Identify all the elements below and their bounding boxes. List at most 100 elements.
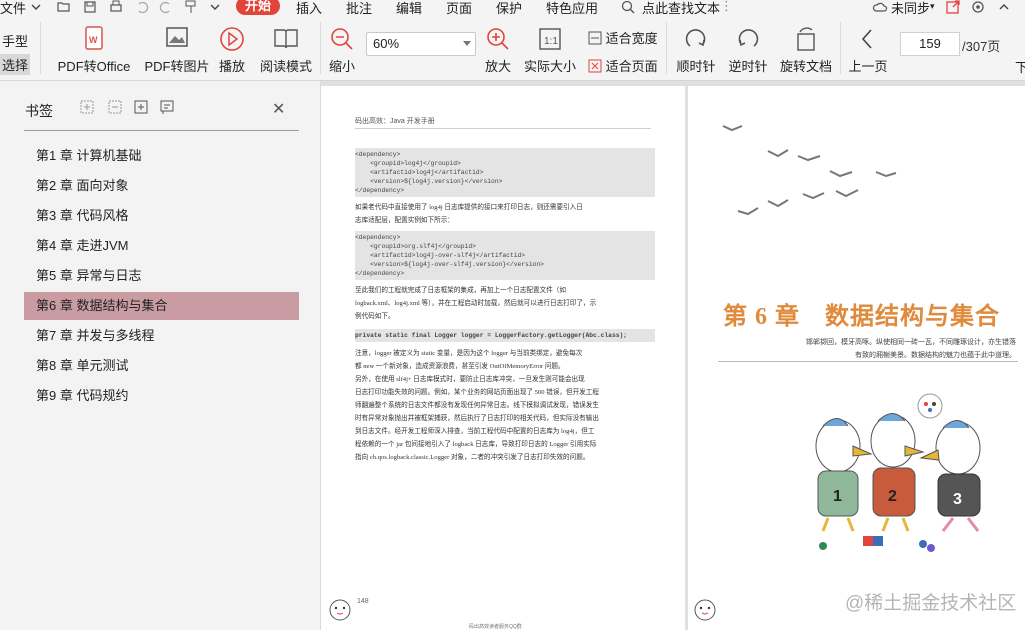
text-line: logback.xml、log4j.xml 等），并在工程启动时加载，然后就可以… <box>355 300 597 307</box>
text-line: 指向 ch.qos.logback.classic.Logger 对象，二者的冲… <box>355 454 590 461</box>
expand-all-icon[interactable] <box>80 100 94 114</box>
actual-size-icon: 1:1 <box>539 28 561 50</box>
more-chevron-icon[interactable] <box>207 0 223 15</box>
open-folder-icon[interactable] <box>56 0 72 15</box>
page-number-input[interactable]: 159 <box>900 32 960 56</box>
sync-chevron-icon[interactable]: ▾ <box>930 1 935 12</box>
pdf-to-office-icon: W <box>85 26 103 50</box>
collapse-ribbon-icon[interactable] <box>996 0 1012 15</box>
menu-insert[interactable]: 插入 <box>296 0 322 17</box>
menu-start[interactable]: 开始 <box>236 0 281 15</box>
menu-features[interactable]: 特色应用 <box>546 0 598 17</box>
bookmark-item[interactable]: 第7 章 并发与多线程 <box>24 322 299 350</box>
play-label: 播放 <box>218 59 246 74</box>
text-line: 如果老代码中直接使用了 log4j 日志库提供的接口来打印日志，则还需要引入日 <box>355 204 583 211</box>
code-line: private static final Logger logger = Log… <box>355 332 628 339</box>
text-line: 另外，在使用 slf4j+ 日志库模式时，要防止日志库冲突，一旦发生则可能会出现 <box>355 376 585 383</box>
cloud-sync-icon[interactable] <box>872 0 888 15</box>
rotate-clockwise-button[interactable]: 顺时针 <box>676 16 716 80</box>
chapter-title: 第 6 章 数据结构与集合 <box>723 304 1000 330</box>
play-button[interactable]: 播放 <box>216 16 248 80</box>
share-icon[interactable] <box>945 0 961 15</box>
fit-width-button[interactable]: 适合宽度 <box>588 28 658 47</box>
save-icon[interactable] <box>82 0 98 15</box>
next-page-button[interactable]: 下 <box>1015 57 1025 76</box>
read-mode-button[interactable]: 阅读模式 <box>260 16 312 80</box>
more-dots-icon[interactable]: ⋮ <box>720 0 733 14</box>
code-line: <groupid>org.slf4j</groupid> <box>355 243 476 250</box>
rotate-clockwise-icon <box>685 29 706 47</box>
bookmark-item[interactable]: 第3 章 代码风格 <box>24 202 299 230</box>
bookmark-item[interactable]: 第1 章 计算机基础 <box>24 142 299 170</box>
settings-gear-icon[interactable] <box>970 0 986 15</box>
code-line: </dependency> <box>355 270 405 277</box>
code-line: <version>${log4j-over-slf4j.version}</ve… <box>355 261 544 268</box>
bookmark-item[interactable]: 第2 章 面向对象 <box>24 172 299 200</box>
svg-text:1: 1 <box>833 488 842 505</box>
code-line: <artifactid>log4j-over-slf4j</artifactid… <box>355 252 526 259</box>
redo-icon[interactable] <box>158 0 174 15</box>
rotate-counterclockwise-button[interactable]: 逆时针 <box>728 16 768 80</box>
text-line: 都 new 一个新对象，造成资源浪费，甚至引发 OutOfMemoryError… <box>355 363 565 370</box>
select-tool-button[interactable]: 选择 <box>0 54 31 75</box>
menu-protect[interactable]: 保护 <box>496 0 522 17</box>
code-line: <dependency> <box>355 151 401 158</box>
menu-annotate[interactable]: 批注 <box>346 0 372 17</box>
divider <box>40 22 41 74</box>
code-line: </dependency> <box>355 187 405 194</box>
mascot-face-icon <box>694 599 716 621</box>
menu-page[interactable]: 页面 <box>446 0 472 17</box>
zoom-in-label: 放大 <box>484 59 512 74</box>
menu-file[interactable]: 文件 <box>0 0 26 17</box>
pdf-to-office-label: PDF转Office <box>57 59 131 74</box>
search-icon[interactable] <box>620 0 636 15</box>
running-header: 码出高效：Java 开发手册 <box>355 118 435 125</box>
rotate-document-button[interactable]: 旋转文档 <box>780 16 832 80</box>
chevron-down-icon[interactable] <box>28 0 44 15</box>
prev-page-button[interactable]: 上一页 <box>848 16 888 80</box>
rotate-counterclockwise-label: 逆时针 <box>728 59 768 74</box>
zoom-out-label: 缩小 <box>328 59 356 74</box>
hand-tool-button[interactable]: 手型 <box>2 31 28 50</box>
bookmark-item-selected[interactable]: 第6 章 数据结构与集合 <box>24 292 299 320</box>
add-bookmark-icon[interactable] <box>134 100 148 114</box>
text-line: 至此我们的工程就完成了日志框架的集成，再加上一个日志配置文件（如 <box>355 287 566 294</box>
bookmark-item[interactable]: 第4 章 走进JVM <box>24 232 299 260</box>
search-input[interactable]: 点此查找文本 <box>642 0 720 17</box>
pdf-to-office-button[interactable]: W PDF转Office <box>56 16 132 80</box>
pdf-to-image-button[interactable]: PDF转图片 <box>144 16 210 80</box>
bookmark-item[interactable]: 第9 章 代码规约 <box>24 382 299 410</box>
menu-edit[interactable]: 编辑 <box>396 0 422 17</box>
print-icon[interactable] <box>108 0 124 15</box>
actual-size-button[interactable]: 1:1 实际大小 <box>524 16 576 80</box>
text-line: 邯郸撷回，模牙高啄。纵使相同一砖一瓦，不同雕琢设计，亦生错落 <box>806 339 1016 346</box>
page-total: /307页 <box>962 39 1001 54</box>
collapse-all-icon[interactable] <box>108 100 122 114</box>
text-line: 程依赖的一个 jar 包间接地引入了 logback 日志库，导致打印日志的 L… <box>355 441 597 448</box>
bookmark-item[interactable]: 第5 章 异常与日志 <box>24 262 299 290</box>
watermark: @稀土掘金技术社区 <box>845 593 1017 614</box>
code-line: <groupid>log4j</groupid> <box>355 160 461 167</box>
sync-status[interactable]: 未同步 <box>891 0 930 17</box>
zoom-value: 60% <box>373 36 400 51</box>
code-line: <artifactid>log4j</artifactid> <box>355 169 484 176</box>
close-icon[interactable]: ✕ <box>272 99 285 119</box>
bookmark-item[interactable]: 第8 章 单元测试 <box>24 352 299 380</box>
actual-size-label: 实际大小 <box>523 59 577 74</box>
format-painter-icon[interactable] <box>183 0 199 15</box>
fit-page-icon <box>588 59 602 73</box>
divider <box>840 22 841 74</box>
bookmark-settings-icon[interactable] <box>160 100 174 114</box>
document-view[interactable]: 码出高效：Java 开发手册 <dependency> <groupid>log… <box>321 81 1025 630</box>
zoom-out-button[interactable]: 缩小 <box>326 16 358 80</box>
undo-icon[interactable] <box>134 0 150 15</box>
page-left: 码出高效：Java 开发手册 <dependency> <groupid>log… <box>321 86 685 630</box>
svg-text:2: 2 <box>888 488 897 505</box>
page-footer: 码出高效读者服务QQ群 <box>469 624 522 630</box>
code-line: <dependency> <box>355 234 401 241</box>
zoom-select[interactable]: 60% <box>366 32 476 56</box>
zoom-in-button[interactable]: 放大 <box>482 16 514 80</box>
code-block: <dependency> <groupid>org.slf4j</groupid… <box>355 231 655 280</box>
fit-page-button[interactable]: 适合页面 <box>588 56 658 75</box>
dropdown-arrow-icon <box>463 41 471 46</box>
